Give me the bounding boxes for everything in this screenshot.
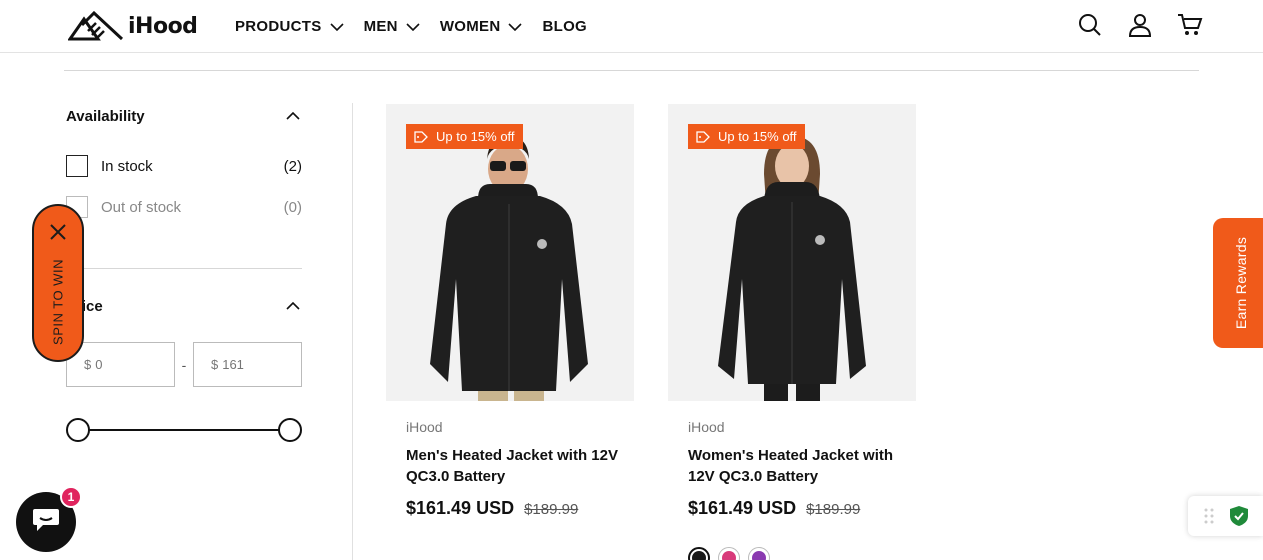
color-swatch-pink[interactable] xyxy=(718,547,740,560)
filter-in-stock[interactable]: In stock (2) xyxy=(66,154,302,178)
product-image[interactable]: Up to 15% off xyxy=(386,104,634,401)
availability-filter-header[interactable]: Availability xyxy=(66,104,302,128)
price-min-field[interactable]: $ xyxy=(66,342,175,387)
filter-out-of-stock[interactable]: Out of stock (0) xyxy=(66,195,302,219)
logo-mark-icon xyxy=(68,11,124,41)
out-of-stock-label: Out of stock xyxy=(101,198,182,216)
discount-badge: Up to 15% off xyxy=(688,124,805,149)
price-range-slider[interactable] xyxy=(66,418,302,442)
product-compare-price: $189.99 xyxy=(806,501,861,518)
earn-rewards-tab[interactable]: Earn Rewards xyxy=(1213,218,1263,348)
slider-max-handle[interactable] xyxy=(278,418,302,442)
trust-badge-widget[interactable] xyxy=(1188,496,1263,536)
product-info: iHood Men's Heated Jacket with 12V QC3.0… xyxy=(386,401,634,560)
product-card[interactable]: Up to 15% off iHood Women's Heated Jacke… xyxy=(668,104,916,560)
filter-sidebar: Availability In stock (2) Out of stock (… xyxy=(66,104,302,219)
nav-men[interactable]: MEN xyxy=(364,18,420,35)
nav-products-label: PRODUCTS xyxy=(235,17,322,35)
currency-symbol: $ xyxy=(210,357,219,372)
price-range-separator: - xyxy=(181,356,187,373)
discount-badge: Up to 15% off xyxy=(406,124,523,149)
chevron-down-icon xyxy=(406,18,420,35)
product-price: $161.49 USD xyxy=(688,498,797,518)
color-swatches xyxy=(688,547,778,560)
close-icon[interactable] xyxy=(49,223,67,241)
search-icon[interactable] xyxy=(1077,11,1103,39)
nav-blog-label: BLOG xyxy=(542,17,588,35)
price-max-input[interactable] xyxy=(222,357,283,372)
spin-to-win-label: SPIN TO WIN xyxy=(50,259,66,345)
logo-text: iHood xyxy=(128,13,198,39)
site-header: iHood PRODUCTS MEN WOMEN BLOG xyxy=(0,0,1263,53)
slider-min-handle[interactable] xyxy=(66,418,90,442)
filter-divider xyxy=(66,268,302,269)
availability-title: Availability xyxy=(66,107,145,125)
nav-products[interactable]: PRODUCTS xyxy=(235,18,344,35)
nav-men-label: MEN xyxy=(363,17,398,35)
chevron-up-icon[interactable] xyxy=(284,297,302,315)
chevron-up-icon[interactable] xyxy=(284,107,302,125)
price-filter-header[interactable]: Price xyxy=(66,294,302,318)
in-stock-checkbox[interactable] xyxy=(66,155,88,177)
chat-icon xyxy=(31,507,61,538)
out-of-stock-count: (0) xyxy=(283,198,302,216)
price-max-field[interactable]: $ xyxy=(192,342,302,387)
price-min-input[interactable] xyxy=(95,357,156,372)
discount-badge-label: Up to 15% off xyxy=(718,129,797,144)
earn-rewards-label: Earn Rewards xyxy=(1233,236,1249,330)
chat-notification-badge: 1 xyxy=(60,486,82,508)
product-price: $161.49 USD xyxy=(406,498,515,518)
product-vendor: iHood xyxy=(406,419,443,435)
discount-badge-label: Up to 15% off xyxy=(436,129,515,144)
product-title[interactable]: Women's Heated Jacket with 12V QC3.0 Bat… xyxy=(688,445,900,487)
color-swatch-black[interactable] xyxy=(688,547,710,560)
main-nav: PRODUCTS MEN WOMEN BLOG xyxy=(235,0,607,52)
in-stock-label: In stock xyxy=(101,157,153,175)
product-prices: $161.49 USD $189.99 xyxy=(406,498,618,519)
product-prices: $161.49 USD $189.99 xyxy=(688,498,900,519)
color-swatch-purple[interactable] xyxy=(748,547,770,560)
nav-women-label: WOMEN xyxy=(439,17,501,35)
product-vendor: iHood xyxy=(688,419,725,435)
tag-icon xyxy=(414,130,428,143)
drag-handle-icon[interactable] xyxy=(1204,508,1214,529)
currency-symbol: $ xyxy=(84,357,92,372)
chevron-down-icon xyxy=(508,18,523,35)
sidebar-divider xyxy=(352,103,353,560)
product-image[interactable]: Up to 15% off xyxy=(668,104,916,401)
product-info: iHood Women's Heated Jacket with 12V QC3… xyxy=(668,401,916,560)
product-title[interactable]: Men's Heated Jacket with 12V QC3.0 Batte… xyxy=(406,445,618,487)
account-icon[interactable] xyxy=(1127,11,1153,39)
chevron-down-icon xyxy=(330,18,344,35)
nav-blog[interactable]: BLOG xyxy=(542,18,587,35)
spin-to-win-widget[interactable]: SPIN TO WIN xyxy=(32,204,84,362)
product-card[interactable]: Up to 15% off iHood Men's Heated Jacket … xyxy=(386,104,634,560)
cart-icon[interactable] xyxy=(1177,11,1203,39)
logo[interactable]: iHood xyxy=(68,10,208,42)
shield-check-icon xyxy=(1228,505,1250,532)
price-range-inputs: $ - $ xyxy=(66,342,302,387)
in-stock-count: (2) xyxy=(283,157,302,175)
product-compare-price: $189.99 xyxy=(524,501,579,518)
tag-icon xyxy=(696,130,710,143)
nav-women[interactable]: WOMEN xyxy=(440,18,523,35)
top-divider xyxy=(64,70,1199,71)
slider-track xyxy=(78,429,290,431)
header-icons xyxy=(1053,11,1203,39)
